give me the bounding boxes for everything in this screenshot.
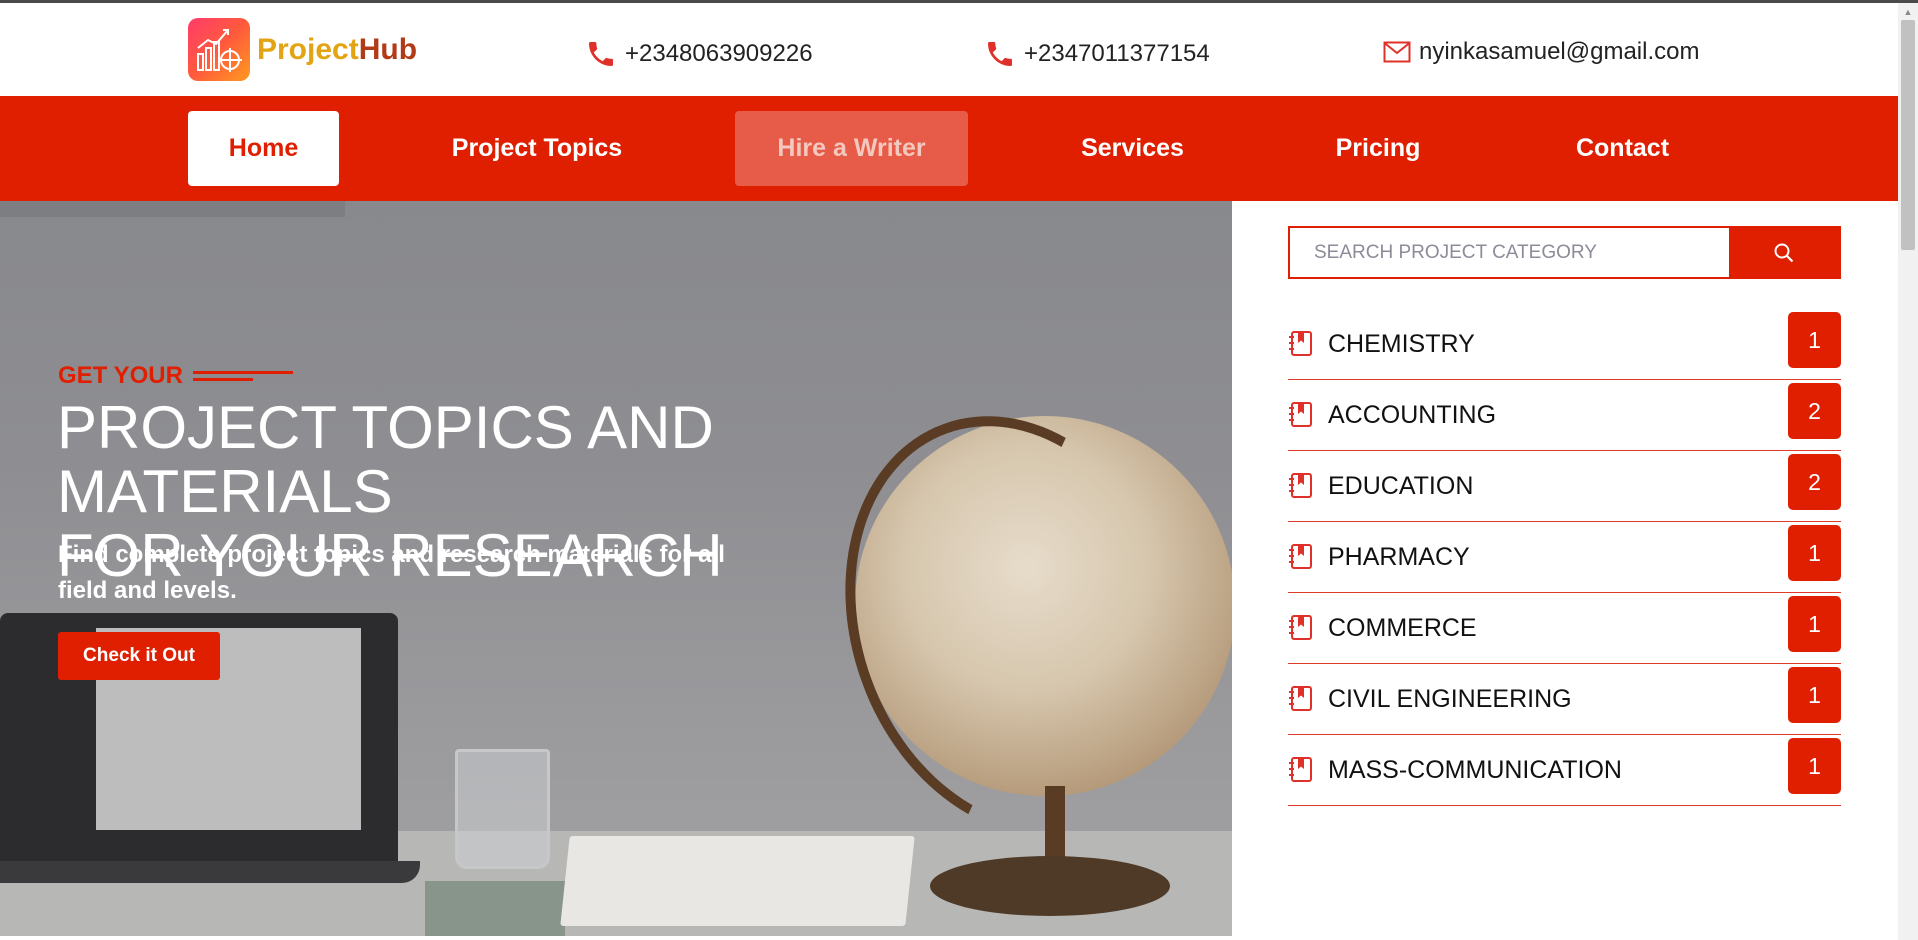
- book-bookmark-icon: [1289, 686, 1312, 711]
- category-count-badge: 1: [1788, 596, 1841, 652]
- scrollbar-thumb[interactable]: [1901, 20, 1915, 250]
- email-address: nyinkasamuel@gmail.com: [1419, 38, 1700, 65]
- phone-number-2: +2347011377154: [1024, 40, 1210, 67]
- book-bookmark-icon: [1289, 615, 1312, 640]
- category-search: [1288, 226, 1841, 279]
- search-icon: [1774, 243, 1794, 262]
- category-item-commerce[interactable]: COMMERCE 1: [1288, 593, 1841, 664]
- search-button[interactable]: [1729, 228, 1839, 277]
- scroll-up-arrow-icon[interactable]: ▲: [1898, 3, 1918, 20]
- nav-pricing[interactable]: Pricing: [1318, 111, 1438, 186]
- category-item-mass-communication[interactable]: MASS-COMMUNICATION 1: [1288, 735, 1841, 806]
- check-it-out-button[interactable]: Check it Out: [58, 632, 220, 680]
- category-label: CIVIL ENGINEERING: [1328, 684, 1572, 713]
- contact-email[interactable]: nyinkasamuel@gmail.com: [1383, 38, 1699, 66]
- page-scrollbar[interactable]: ▲: [1898, 3, 1918, 940]
- category-count-badge: 1: [1788, 312, 1841, 368]
- brand-name-part1: Project: [257, 32, 359, 66]
- category-count-badge: 1: [1788, 667, 1841, 723]
- book-bookmark-icon: [1289, 473, 1312, 498]
- nav-home[interactable]: Home: [188, 111, 339, 186]
- nav-project-topics[interactable]: Project Topics: [443, 111, 631, 186]
- nav-services[interactable]: Services: [1070, 111, 1195, 186]
- laptop-base: [0, 861, 420, 883]
- globe-base: [930, 856, 1170, 916]
- category-count-badge: 1: [1788, 738, 1841, 794]
- nav-contact[interactable]: Contact: [1560, 111, 1685, 186]
- hero-title-line1: PROJECT TOPICS AND MATERIALS: [57, 394, 714, 525]
- hero-kicker-text: GET YOUR: [58, 362, 183, 389]
- category-label: PHARMACY: [1328, 542, 1470, 571]
- kicker-decoration: [192, 369, 293, 383]
- category-count-badge: 1: [1788, 525, 1841, 581]
- phone-number-1: +2348063909226: [625, 40, 813, 67]
- notebook-image: [425, 881, 565, 936]
- brand-name-part2: Hub: [358, 32, 418, 66]
- main-nav: Home Project Topics Hire a Writer Servic…: [0, 96, 1898, 201]
- brand-logo[interactable]: ProjectHub: [188, 18, 417, 81]
- category-item-education[interactable]: EDUCATION 2: [1288, 451, 1841, 522]
- category-item-accounting[interactable]: ACCOUNTING 2: [1288, 380, 1841, 451]
- category-item-chemistry[interactable]: CHEMISTRY 1: [1288, 309, 1841, 380]
- category-label: COMMERCE: [1328, 613, 1477, 642]
- category-label: MASS-COMMUNICATION: [1328, 755, 1622, 784]
- contact-phone-2[interactable]: +2347011377154: [984, 38, 1210, 70]
- book-bookmark-icon: [1289, 402, 1312, 427]
- hero-subtitle: Find complete project topics and researc…: [58, 541, 725, 604]
- category-count-badge: 2: [1788, 383, 1841, 439]
- category-label: EDUCATION: [1328, 471, 1474, 500]
- site-header: ProjectHub +2348063909226 +2347011377154…: [0, 3, 1898, 96]
- brand-name: ProjectHub: [257, 33, 417, 67]
- book-bookmark-icon: [1289, 331, 1312, 356]
- hero-shelf: [0, 201, 345, 217]
- category-item-pharmacy[interactable]: PHARMACY 1: [1288, 522, 1841, 593]
- book-bookmark-icon: [1289, 757, 1312, 782]
- category-search-input[interactable]: [1290, 228, 1729, 277]
- category-list: CHEMISTRY 1 ACCOUNTING 2 EDUCATION 2 PHA…: [1288, 309, 1841, 806]
- phone-icon: [988, 42, 1012, 66]
- open-book-image: [560, 836, 915, 926]
- globe-stand: [1045, 786, 1065, 866]
- phone-icon: [589, 42, 613, 66]
- category-label: ACCOUNTING: [1328, 400, 1497, 429]
- book-bookmark-icon: [1289, 544, 1312, 569]
- contact-phone-1[interactable]: +2348063909226: [585, 38, 813, 70]
- hero-kicker: GET YOUR: [58, 362, 293, 390]
- chart-icon: [188, 18, 250, 81]
- category-label: CHEMISTRY: [1328, 329, 1475, 358]
- category-item-civil-engineering[interactable]: CIVIL ENGINEERING 1: [1288, 664, 1841, 735]
- nav-hire-a-writer[interactable]: Hire a Writer: [735, 111, 968, 186]
- mail-icon: [1383, 41, 1411, 63]
- glass-image: [455, 749, 550, 869]
- category-count-badge: 2: [1788, 454, 1841, 510]
